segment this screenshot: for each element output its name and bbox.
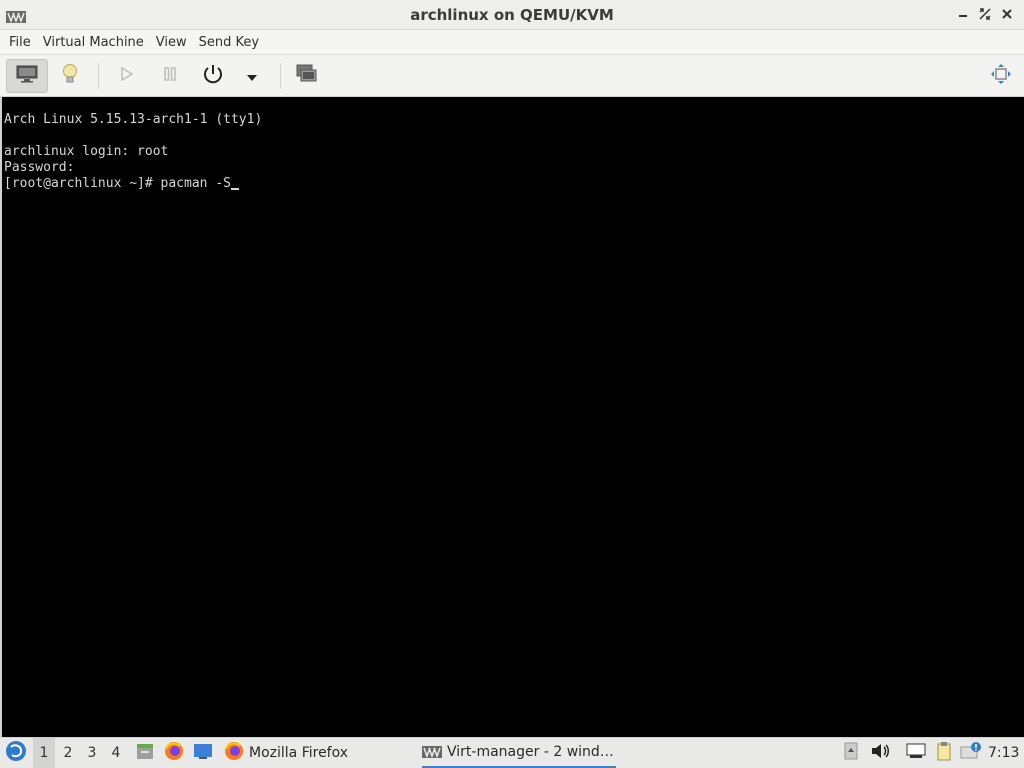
fullscreen-button[interactable] (984, 59, 1018, 93)
power-icon (202, 63, 224, 89)
workspace-1[interactable]: 1 (33, 738, 55, 768)
lightbulb-icon (61, 63, 79, 89)
menu-view[interactable]: View (151, 35, 192, 50)
menu-file[interactable]: File (4, 35, 36, 50)
network-tray-button[interactable] (905, 738, 927, 768)
clock[interactable]: 7:13 (988, 738, 1019, 768)
firefox-launcher[interactable] (162, 738, 186, 768)
notifications-tray-button[interactable] (959, 738, 983, 768)
snapshots-icon (296, 64, 318, 88)
text-cursor (230, 188, 239, 190)
firefox-icon (224, 741, 244, 765)
pause-button[interactable] (152, 59, 188, 93)
chevron-down-icon (246, 67, 258, 86)
volume-button[interactable] (869, 738, 891, 768)
menubar: File Virtual Machine View Send Key (0, 30, 1024, 55)
clipboard-tray-button[interactable] (933, 738, 955, 768)
window-title: archlinux on QEMU/KVM (410, 6, 614, 24)
close-icon[interactable] (1000, 6, 1014, 22)
task-label: Mozilla Firefox (249, 745, 349, 761)
task-firefox[interactable]: Mozilla Firefox (224, 738, 414, 768)
manage-snapshots-button[interactable] (290, 59, 324, 93)
tray-up-icon (844, 742, 858, 764)
task-label: Virt-manager - 2 wind… (447, 744, 614, 760)
console-line: Password: (4, 160, 75, 175)
vm-console[interactable]: Arch Linux 5.15.13-arch1-1 (tty1) archli… (0, 97, 1024, 737)
console-line: archlinux login: root (4, 144, 169, 159)
toolbar (0, 55, 1024, 97)
minimize-icon[interactable] (956, 6, 970, 22)
lxqt-logo-icon (5, 740, 27, 766)
workspace-4[interactable]: 4 (105, 738, 127, 768)
show-desktop-button[interactable] (191, 738, 215, 768)
file-manager-icon (135, 741, 155, 765)
monitor-icon (16, 65, 38, 87)
volume-icon (870, 742, 890, 764)
firefox-icon (164, 741, 184, 765)
pause-icon (162, 66, 178, 86)
taskbar: 1 2 3 4 Mozilla Firefox Virt-manager - 2… (0, 737, 1024, 768)
tray-expand-button[interactable] (843, 738, 859, 768)
network-icon (905, 742, 927, 764)
clipboard-icon (934, 741, 954, 765)
start-menu-button[interactable] (4, 738, 28, 768)
window-titlebar[interactable]: archlinux on QEMU/KVM (0, 0, 1024, 30)
console-command: [root@archlinux ~]# pacman -S (4, 176, 231, 191)
file-manager-launcher[interactable] (133, 738, 157, 768)
desktop-icon (193, 742, 213, 764)
task-virt-manager[interactable]: Virt-manager - 2 wind… (422, 738, 616, 768)
console-prompt-line: [root@archlinux ~]# pacman -S (4, 176, 239, 192)
fullscreen-icon (990, 63, 1012, 89)
notification-icon (960, 741, 982, 765)
run-button[interactable] (108, 59, 144, 93)
workspace-3[interactable]: 3 (81, 738, 103, 768)
show-console-button[interactable] (6, 59, 48, 93)
menu-send-key[interactable]: Send Key (194, 35, 264, 50)
play-icon (118, 66, 134, 86)
console-line: Arch Linux 5.15.13-arch1-1 (tty1) (4, 112, 263, 127)
workspace-2[interactable]: 2 (57, 738, 79, 768)
menu-virtual-machine[interactable]: Virtual Machine (38, 35, 149, 50)
virt-manager-icon (422, 743, 442, 762)
shutdown-menu-button[interactable] (238, 59, 266, 93)
show-details-button[interactable] (52, 59, 88, 93)
restore-icon[interactable] (978, 6, 992, 22)
shutdown-button[interactable] (196, 59, 230, 93)
